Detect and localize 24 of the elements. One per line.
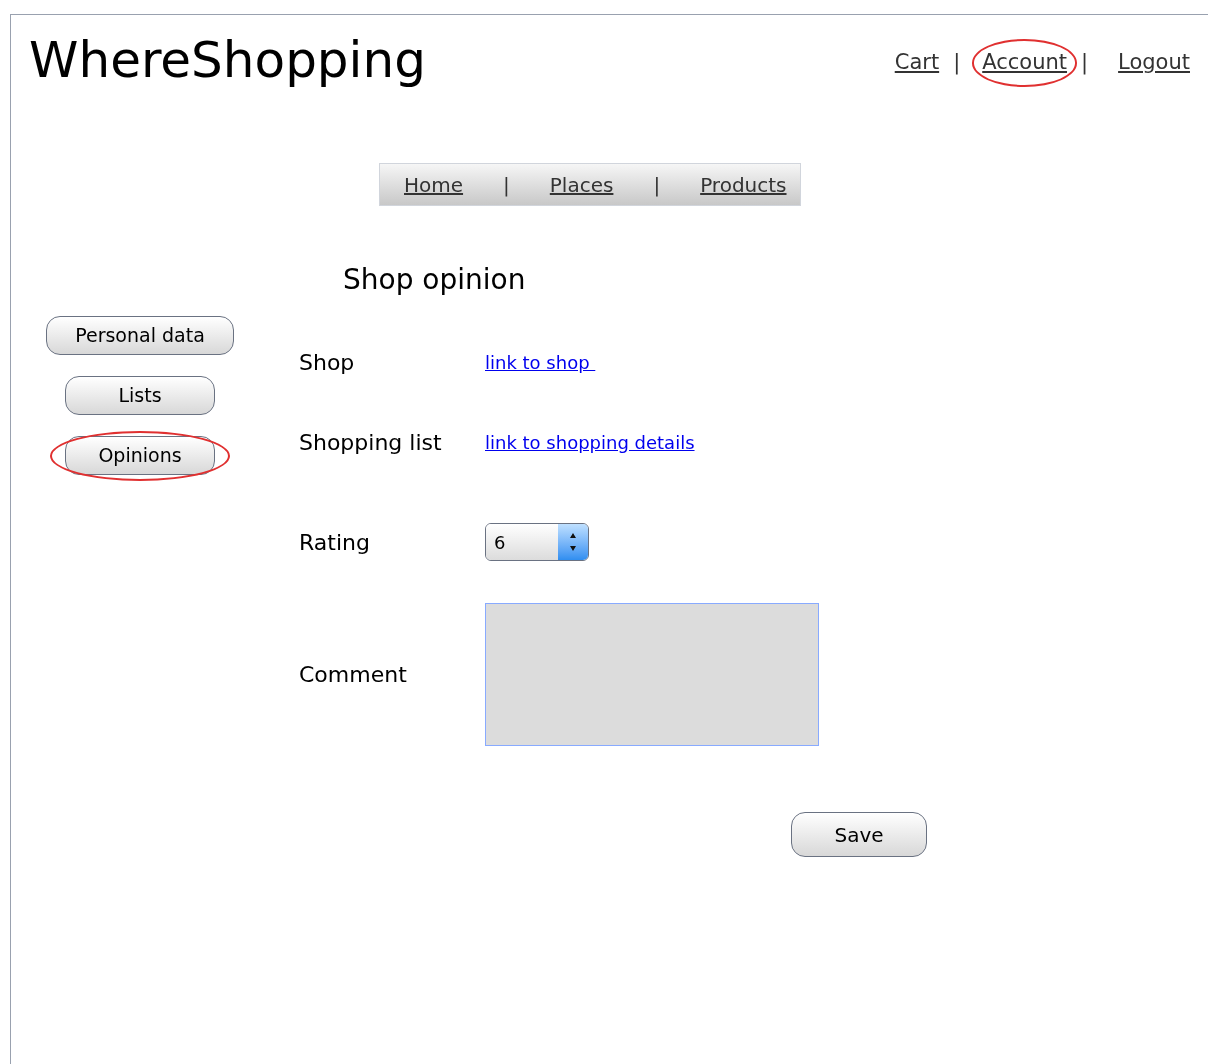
sidebar-button[interactable]: Opinions — [65, 436, 215, 475]
nav-link[interactable]: Home — [404, 169, 464, 200]
separator: | — [653, 171, 661, 199]
field-label: Rating — [299, 528, 371, 557]
sidebar-button[interactable]: Personal data — [46, 316, 234, 355]
rating-select[interactable]: 6 — [485, 523, 589, 561]
save-button[interactable]: Save — [791, 812, 927, 857]
link[interactable]: link to shopping details — [485, 428, 695, 456]
page-heading: Shop opinion — [343, 266, 527, 294]
sidebar-button[interactable]: Lists — [65, 376, 215, 415]
nav-link[interactable]: Logout — [1118, 50, 1190, 74]
field-label: Shop — [299, 348, 356, 377]
nav-link[interactable]: Account — [982, 50, 1067, 74]
link[interactable]: link to shop — [485, 348, 596, 376]
field-label: Shopping list — [299, 428, 443, 457]
separator: | — [953, 49, 961, 77]
nav-link[interactable]: Products — [700, 169, 787, 200]
comment-textarea[interactable] — [485, 602, 819, 746]
field-label: Comment — [299, 660, 408, 689]
separator: | — [1081, 49, 1089, 77]
nav-link[interactable]: Cart — [894, 50, 940, 74]
nav-link[interactable]: Places — [549, 169, 614, 200]
separator: | — [503, 171, 510, 199]
site-title: WhereShopping — [29, 35, 426, 85]
